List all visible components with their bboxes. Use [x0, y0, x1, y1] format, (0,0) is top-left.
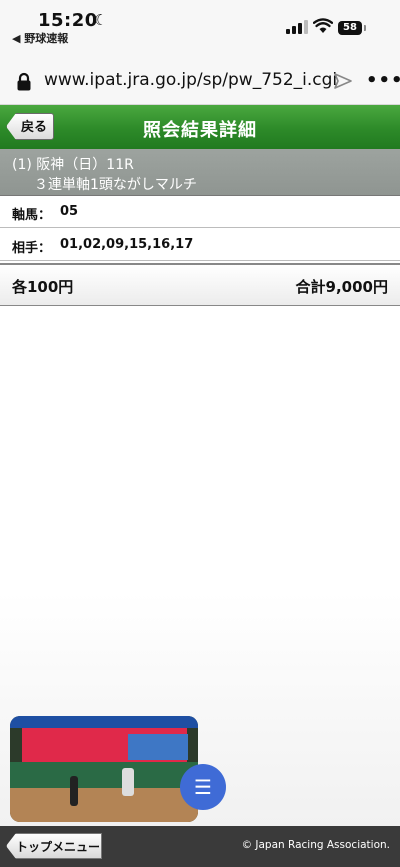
axis-horse-row: 軸馬： 05 [0, 196, 400, 228]
url-address[interactable]: www.ipat.jra.go.jp/sp/pw_752_i.cgi [44, 70, 337, 90]
page-header: 戻る 照会結果詳細 [0, 105, 400, 149]
moon-icon: ☾ [94, 11, 108, 29]
axis-horse-label: 軸馬： [12, 208, 52, 223]
total-amount: 合計9,000円 [295, 278, 388, 296]
partner-row: 相手： 01,02,09,15,16,17 [0, 229, 400, 261]
partner-label: 相手： [12, 241, 52, 256]
video-outfield-wall [10, 762, 198, 788]
lock-icon [17, 72, 31, 91]
browser-url-bar: www.ipat.jra.go.jp/sp/pw_752_i.cgi ••• [0, 46, 400, 105]
race-name: (1) 阪神（日）11R [12, 157, 134, 173]
share-icon[interactable] [333, 72, 353, 90]
race-info: (1) 阪神（日）11R ３連単軸1頭ながしマルチ [0, 149, 400, 196]
wifi-icon [313, 18, 333, 33]
amount-row: 各100円 合計9,000円 [0, 263, 400, 306]
battery-nub [364, 25, 366, 31]
video-billboard [128, 734, 188, 760]
top-menu-button[interactable]: トップメニュー [6, 833, 102, 859]
page-title: 照会結果詳細 [143, 120, 257, 141]
video-player-figure [122, 768, 134, 796]
video-infield [10, 788, 198, 822]
each-amount: 各100円 [12, 278, 74, 296]
battery-icon: 58 [338, 21, 362, 35]
menu-icon[interactable]: ☰ [180, 764, 226, 810]
more-options-icon[interactable]: ••• [366, 70, 400, 91]
clock: 15:20 [38, 10, 98, 31]
copyright: © Japan Racing Association. [241, 839, 390, 851]
axis-horse-value: 05 [60, 204, 79, 219]
partner-value: 01,02,09,15,16,17 [60, 237, 194, 252]
cellular-signal-icon [286, 20, 308, 34]
video-banner [10, 716, 198, 728]
back-to-app-link[interactable]: ◀ 野球速報 [12, 30, 68, 46]
pip-video[interactable] [10, 716, 198, 822]
footer: トップメニュー © Japan Racing Association. [0, 826, 400, 867]
bet-type: ３連単軸1頭ながしマルチ [34, 177, 197, 193]
video-player-figure [70, 776, 78, 806]
status-bar: 15:20 ☾ ◀ 野球速報 58 [0, 0, 400, 46]
